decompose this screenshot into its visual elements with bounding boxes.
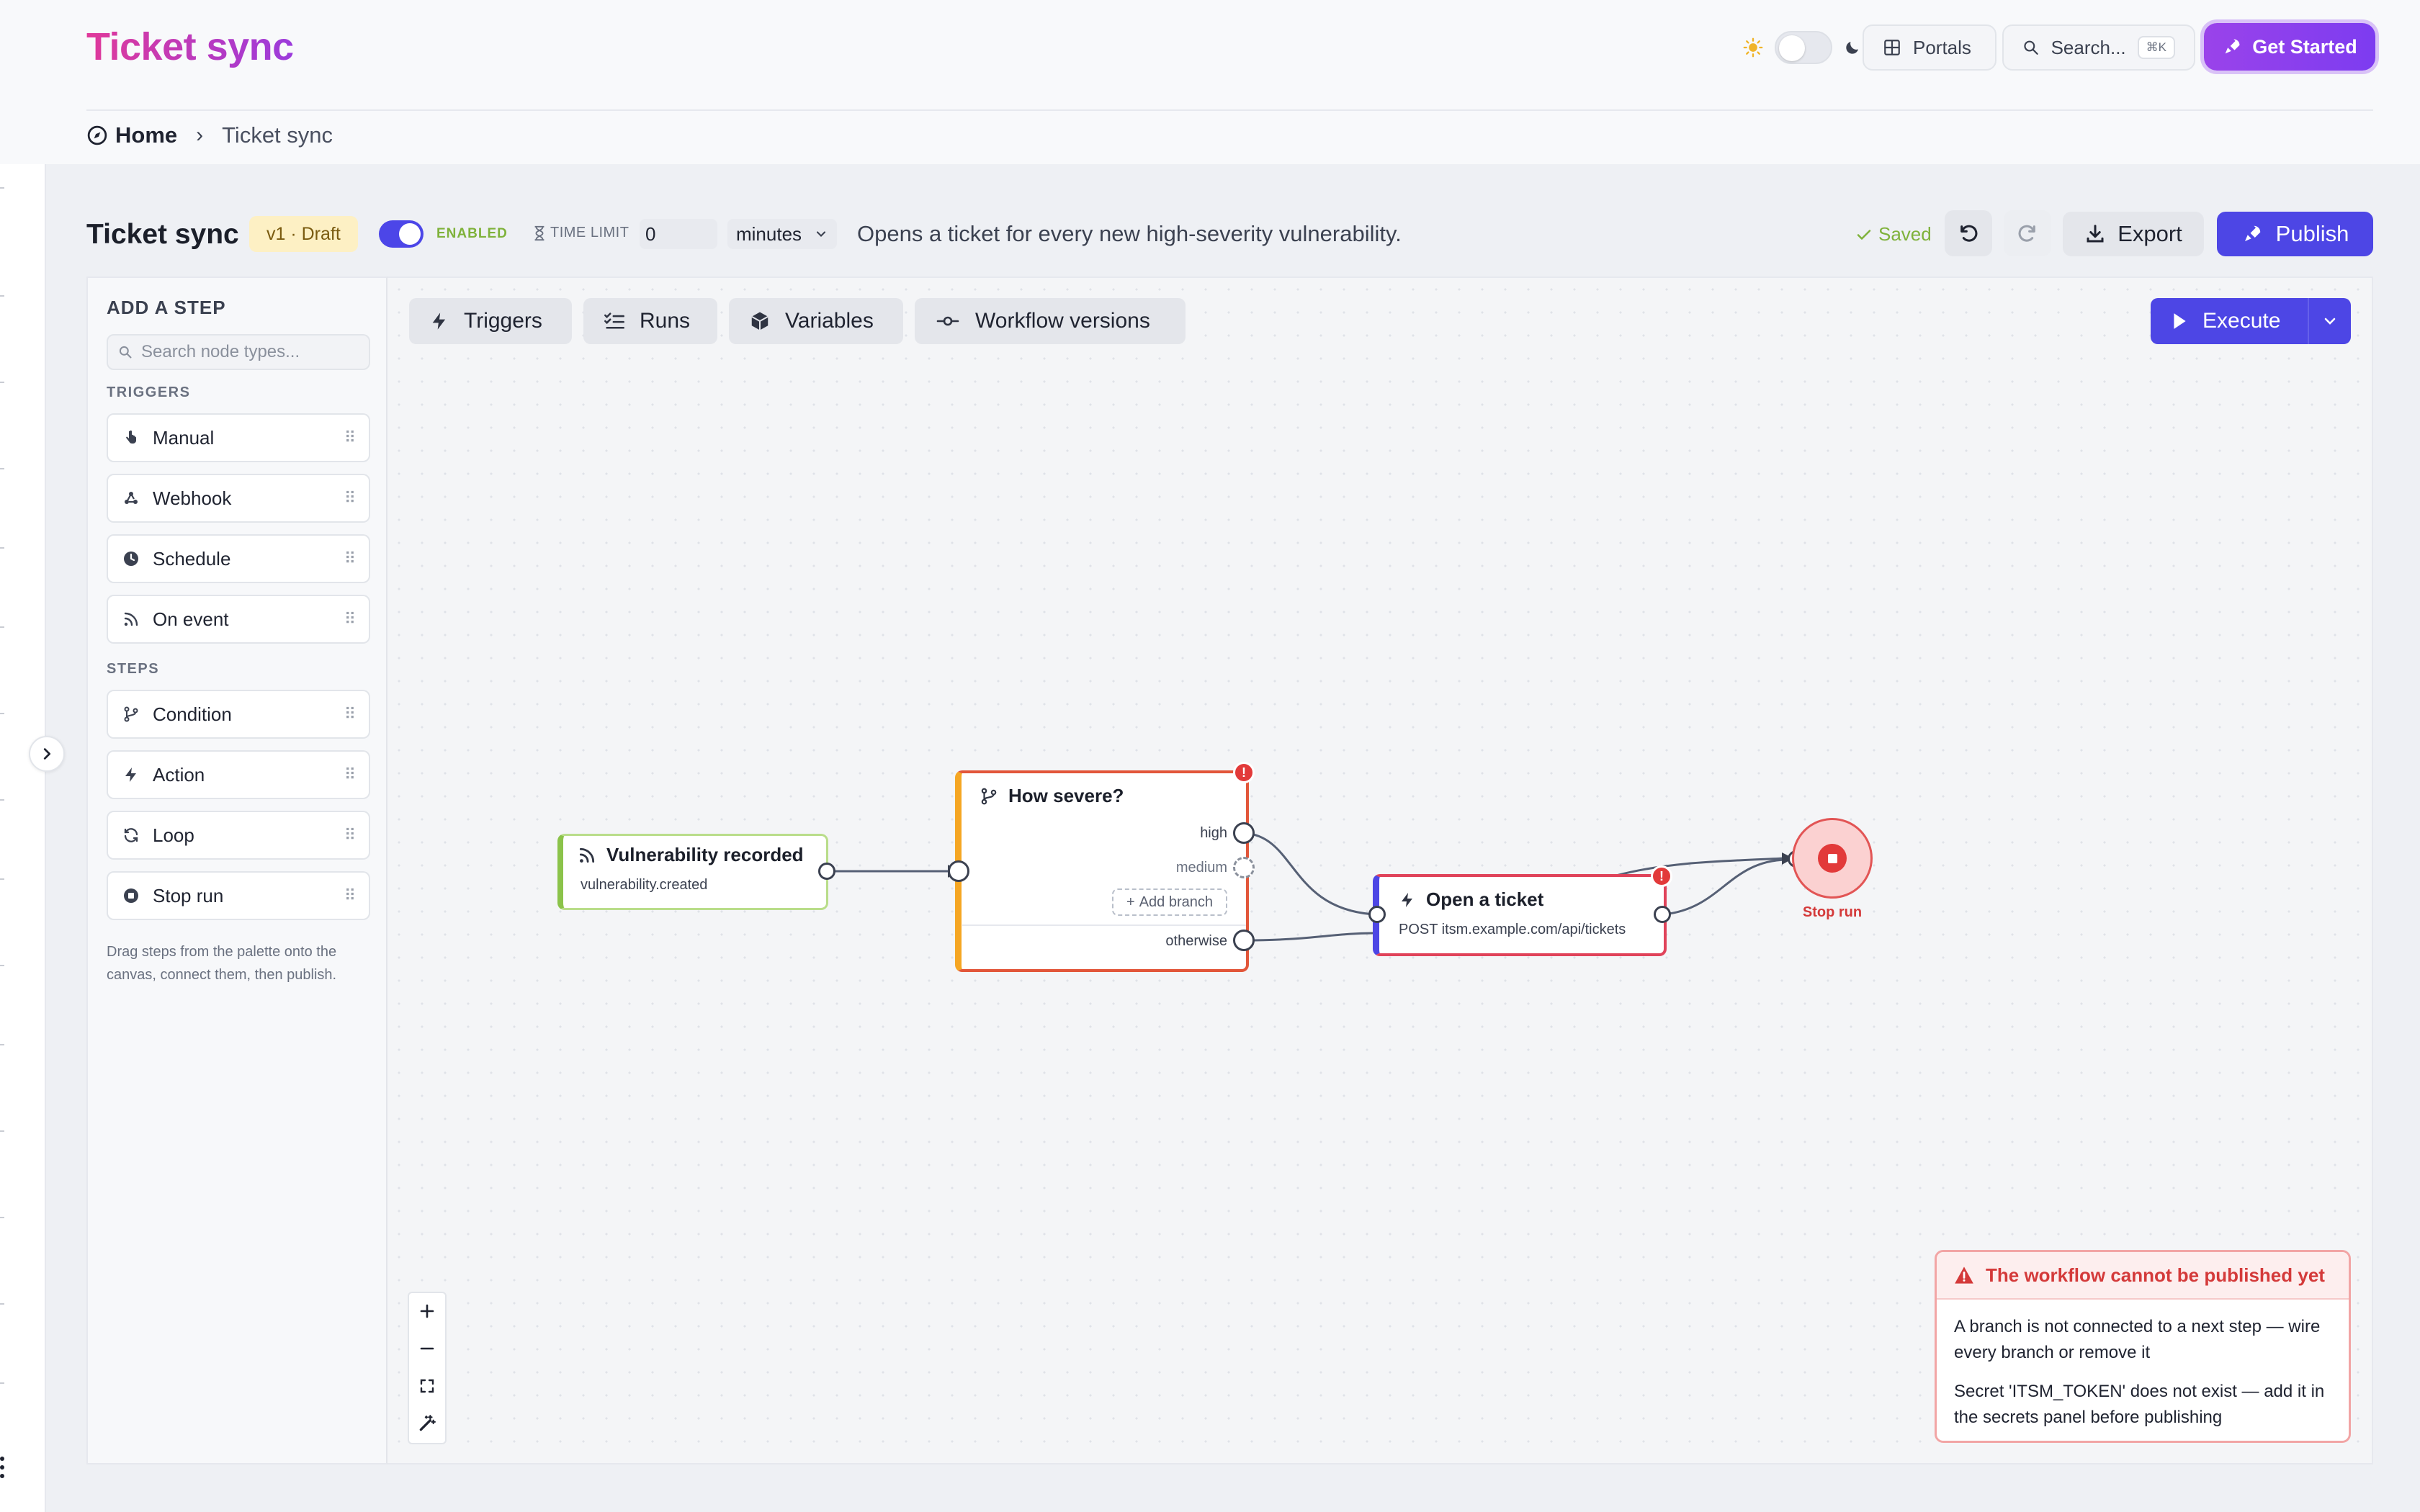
publish-errors-header: The workflow cannot be published yet [1937,1252,2349,1300]
node-trigger-output-port[interactable] [818,863,835,880]
condition-error-badge[interactable]: ! [1233,762,1255,783]
node-condition-title-text: How severe? [1008,785,1124,806]
branch-label-otherwise: otherwise [1165,933,1227,949]
node-trigger-title-text: Vulnerability recorded [606,844,804,865]
branch-port-otherwise[interactable] [1233,930,1255,951]
fullscreen-icon [420,1379,434,1393]
bolt-icon [1402,892,1412,907]
zoom-controls [408,1292,447,1444]
edge-otherwise-to-action [1244,932,1376,942]
zoom-in-button[interactable] [409,1293,445,1329]
node-action-output-port[interactable] [1654,906,1671,923]
publish-error-message: A branch is not connected to a next step… [1954,1317,2321,1362]
warning-icon [1955,1266,1973,1284]
branch-port-high[interactable] [1233,822,1255,844]
branch-label-medium: medium [1175,860,1227,876]
plus-icon: + [1126,894,1135,910]
node-stop-label: Stop run [1802,904,1863,920]
condition-divider [962,924,1246,926]
branch-port-medium-unconnected[interactable] [1233,857,1255,878]
magic-wand-icon [419,1415,436,1431]
node-stop[interactable] [1792,818,1873,899]
node-action-subtitle: POST itsm.example.com/api/tickets [1399,922,1626,937]
node-trigger-subtitle: vulnerability.created [581,877,708,893]
edge-action-to-stop [1615,857,1785,877]
fit-view-button[interactable] [409,1368,445,1404]
plus-icon [420,1304,434,1318]
node-action[interactable] [1373,874,1667,956]
branch-label-high: high [1200,825,1227,841]
add-branch-button[interactable]: + Add branch [1112,888,1227,916]
zoom-out-button[interactable] [409,1331,445,1367]
node-condition-title: How severe? [980,785,1124,807]
publish-errors-title: The workflow cannot be published yet [1986,1264,2325,1286]
stop-icon [1818,844,1847,873]
edge-high-to-action [1244,832,1375,916]
add-branch-label: Add branch [1139,894,1213,910]
branch-icon [981,788,997,804]
auto-layout-button[interactable] [409,1405,445,1441]
rss-icon [579,847,595,863]
node-action-title: Open a ticket [1399,888,1543,911]
publish-errors-panel: The workflow cannot be published yet A b… [1935,1250,2351,1443]
action-error-badge[interactable]: ! [1651,865,1672,887]
publish-error-message: Secret 'ITSM_TOKEN' does not exist — add… [1954,1382,2325,1427]
node-trigger-title: Vulnerability recorded [578,844,804,866]
node-action-input-port[interactable] [1368,906,1386,923]
node-condition-input-port[interactable] [948,860,969,882]
node-action-title-text: Open a ticket [1426,888,1544,910]
minus-icon [420,1347,434,1350]
edge-action-out-to-stop [1663,858,1787,916]
